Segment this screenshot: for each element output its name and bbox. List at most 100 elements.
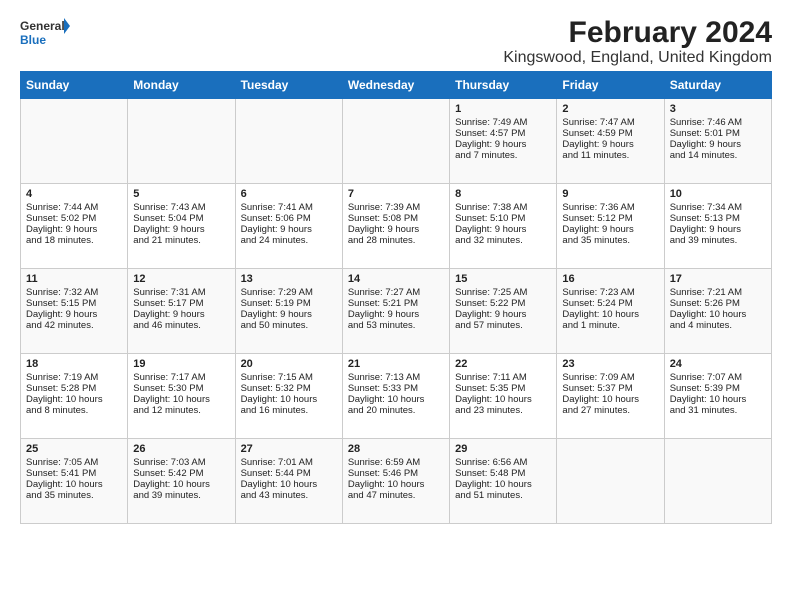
day-info: Sunrise: 7:07 AM xyxy=(670,372,766,383)
day-number: 21 xyxy=(348,358,444,370)
day-info: Daylight: 10 hours xyxy=(455,479,551,490)
day-info: Sunset: 5:08 PM xyxy=(348,213,444,224)
calendar-cell: 9Sunrise: 7:36 AMSunset: 5:12 PMDaylight… xyxy=(557,184,664,269)
day-info: Sunrise: 7:01 AM xyxy=(241,457,337,468)
calendar-cell xyxy=(21,99,128,184)
calendar-cell: 16Sunrise: 7:23 AMSunset: 5:24 PMDayligh… xyxy=(557,269,664,354)
day-info: and 12 minutes. xyxy=(133,405,229,416)
day-info: and 57 minutes. xyxy=(455,320,551,331)
day-info: Sunset: 5:24 PM xyxy=(562,298,658,309)
day-number: 20 xyxy=(241,358,337,370)
day-info: Daylight: 10 hours xyxy=(241,394,337,405)
day-info: Sunset: 5:42 PM xyxy=(133,468,229,479)
day-info: Daylight: 9 hours xyxy=(455,139,551,150)
day-info: Sunrise: 7:49 AM xyxy=(455,117,551,128)
day-info: and 21 minutes. xyxy=(133,235,229,246)
day-info: Daylight: 10 hours xyxy=(562,394,658,405)
day-info: Daylight: 9 hours xyxy=(562,224,658,235)
day-info: Daylight: 9 hours xyxy=(348,309,444,320)
calendar-cell xyxy=(557,439,664,524)
day-info: Sunrise: 7:43 AM xyxy=(133,202,229,213)
day-info: and 31 minutes. xyxy=(670,405,766,416)
day-info: Sunset: 4:59 PM xyxy=(562,128,658,139)
day-info: Sunset: 5:21 PM xyxy=(348,298,444,309)
day-number: 19 xyxy=(133,358,229,370)
day-info: Sunrise: 7:46 AM xyxy=(670,117,766,128)
day-info: Sunset: 5:41 PM xyxy=(26,468,122,479)
day-info: Sunrise: 7:39 AM xyxy=(348,202,444,213)
day-number: 14 xyxy=(348,273,444,285)
day-info: Sunrise: 7:47 AM xyxy=(562,117,658,128)
calendar-cell: 18Sunrise: 7:19 AMSunset: 5:28 PMDayligh… xyxy=(21,354,128,439)
day-number: 16 xyxy=(562,273,658,285)
calendar-cell: 10Sunrise: 7:34 AMSunset: 5:13 PMDayligh… xyxy=(664,184,771,269)
day-info: Sunset: 5:06 PM xyxy=(241,213,337,224)
day-info: Sunset: 5:12 PM xyxy=(562,213,658,224)
day-info: Sunrise: 7:09 AM xyxy=(562,372,658,383)
day-info: Sunrise: 7:03 AM xyxy=(133,457,229,468)
day-info: and 46 minutes. xyxy=(133,320,229,331)
day-number: 8 xyxy=(455,188,551,200)
calendar-cell: 22Sunrise: 7:11 AMSunset: 5:35 PMDayligh… xyxy=(450,354,557,439)
day-info: Daylight: 9 hours xyxy=(133,224,229,235)
header: General Blue February 2024 Kingswood, En… xyxy=(20,16,772,67)
day-info: Daylight: 9 hours xyxy=(670,224,766,235)
day-info: Sunset: 5:32 PM xyxy=(241,383,337,394)
day-info: Daylight: 10 hours xyxy=(670,309,766,320)
day-info: Sunrise: 7:25 AM xyxy=(455,287,551,298)
day-info: Daylight: 10 hours xyxy=(26,479,122,490)
day-number: 11 xyxy=(26,273,122,285)
day-info: Daylight: 9 hours xyxy=(348,224,444,235)
logo-svg: General Blue xyxy=(20,16,70,52)
calendar-cell: 21Sunrise: 7:13 AMSunset: 5:33 PMDayligh… xyxy=(342,354,449,439)
day-info: and 20 minutes. xyxy=(348,405,444,416)
day-info: Sunset: 5:17 PM xyxy=(133,298,229,309)
day-info: Sunrise: 7:29 AM xyxy=(241,287,337,298)
calendar-week-3: 11Sunrise: 7:32 AMSunset: 5:15 PMDayligh… xyxy=(21,269,772,354)
day-info: and 32 minutes. xyxy=(455,235,551,246)
calendar-cell: 1Sunrise: 7:49 AMSunset: 4:57 PMDaylight… xyxy=(450,99,557,184)
day-info: Sunset: 5:01 PM xyxy=(670,128,766,139)
calendar-cell: 24Sunrise: 7:07 AMSunset: 5:39 PMDayligh… xyxy=(664,354,771,439)
day-info: Daylight: 9 hours xyxy=(241,309,337,320)
day-info: Daylight: 9 hours xyxy=(562,139,658,150)
day-info: Daylight: 10 hours xyxy=(241,479,337,490)
svg-text:Blue: Blue xyxy=(20,33,46,47)
day-number: 18 xyxy=(26,358,122,370)
day-info: Sunset: 5:10 PM xyxy=(455,213,551,224)
day-info: Sunrise: 6:59 AM xyxy=(348,457,444,468)
day-number: 25 xyxy=(26,443,122,455)
day-number: 22 xyxy=(455,358,551,370)
calendar-cell: 26Sunrise: 7:03 AMSunset: 5:42 PMDayligh… xyxy=(128,439,235,524)
calendar-week-1: 1Sunrise: 7:49 AMSunset: 4:57 PMDaylight… xyxy=(21,99,772,184)
calendar-week-4: 18Sunrise: 7:19 AMSunset: 5:28 PMDayligh… xyxy=(21,354,772,439)
day-info: Sunset: 5:28 PM xyxy=(26,383,122,394)
day-info: Daylight: 9 hours xyxy=(670,139,766,150)
day-info: Daylight: 10 hours xyxy=(133,479,229,490)
calendar-cell: 17Sunrise: 7:21 AMSunset: 5:26 PMDayligh… xyxy=(664,269,771,354)
day-info: Sunrise: 7:15 AM xyxy=(241,372,337,383)
day-info: and 39 minutes. xyxy=(133,490,229,501)
day-number: 24 xyxy=(670,358,766,370)
title-block: February 2024 Kingswood, England, United… xyxy=(503,16,772,67)
day-number: 29 xyxy=(455,443,551,455)
day-info: Sunrise: 7:05 AM xyxy=(26,457,122,468)
page-subtitle: Kingswood, England, United Kingdom xyxy=(503,49,772,67)
day-info: Sunrise: 7:38 AM xyxy=(455,202,551,213)
day-info: Sunset: 5:13 PM xyxy=(670,213,766,224)
header-day-monday: Monday xyxy=(128,72,235,99)
day-info: Sunset: 5:39 PM xyxy=(670,383,766,394)
day-info: Sunrise: 7:34 AM xyxy=(670,202,766,213)
day-info: Sunset: 5:46 PM xyxy=(348,468,444,479)
day-info: Sunrise: 7:11 AM xyxy=(455,372,551,383)
day-number: 7 xyxy=(348,188,444,200)
calendar-cell: 5Sunrise: 7:43 AMSunset: 5:04 PMDaylight… xyxy=(128,184,235,269)
day-info: Sunset: 5:02 PM xyxy=(26,213,122,224)
day-info: Sunset: 5:44 PM xyxy=(241,468,337,479)
day-info: Sunrise: 7:31 AM xyxy=(133,287,229,298)
day-info: and 50 minutes. xyxy=(241,320,337,331)
day-info: Daylight: 10 hours xyxy=(348,479,444,490)
calendar-cell: 6Sunrise: 7:41 AMSunset: 5:06 PMDaylight… xyxy=(235,184,342,269)
day-info: Daylight: 10 hours xyxy=(26,394,122,405)
day-info: Sunset: 5:15 PM xyxy=(26,298,122,309)
